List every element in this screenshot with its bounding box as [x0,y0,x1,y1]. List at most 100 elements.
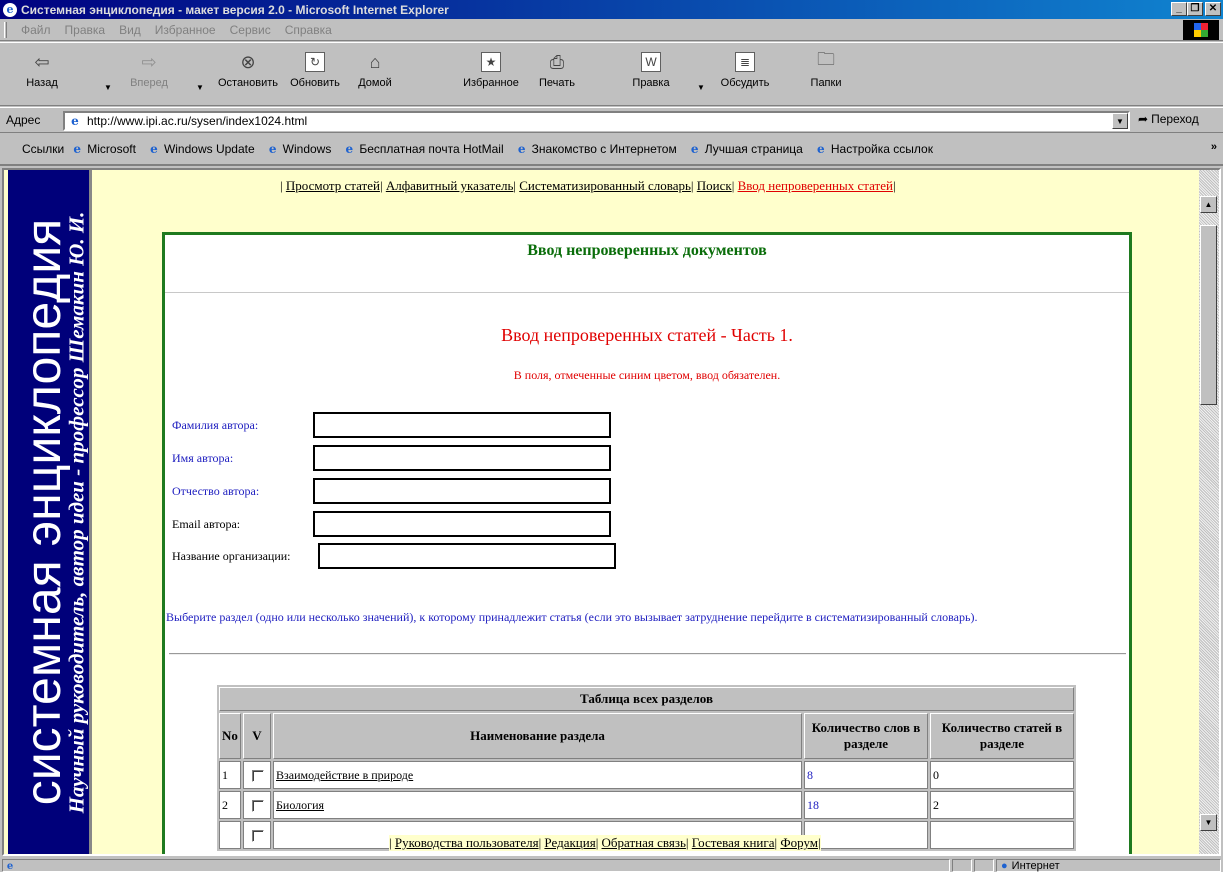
link-hotmail[interactable]: e Бесплатная почта HotMail [342,142,504,156]
discuss-button[interactable]: ≣ Обсудить [712,47,778,103]
print-button[interactable]: ⎙ Печать [532,47,582,103]
go-button[interactable]: ➦ Переход [1138,112,1199,126]
org-field[interactable] [318,543,616,569]
menu-help[interactable]: Справка [278,23,339,37]
go-arrow-icon: ➦ [1138,112,1149,126]
home-icon: ⌂ [369,51,381,72]
nav-forum[interactable]: Форум [780,835,818,850]
home-button[interactable]: ⌂ Домой [352,47,398,103]
address-input[interactable]: e http://www.ipi.ac.ru/sysen/index1024.h… [63,111,1130,131]
discuss-label: Обсудить [720,77,770,89]
section-link[interactable]: Взаимодействие в природе [276,768,413,782]
favorites-icon: ★ [481,47,501,77]
printer-icon: ⎙ [549,51,565,72]
discuss-icon: ≣ [735,47,755,77]
link-windows[interactable]: e Windows [266,142,332,156]
row-checkbox[interactable] [252,769,264,782]
link-icon: e [268,142,277,156]
col-name: Наименование раздела [273,713,802,759]
sidebar-subtitle: Научный руководитель, автор идеи - профе… [64,211,89,813]
edit-dropdown-icon[interactable]: ▼ [697,83,705,92]
panel-title: Ввод непроверенных документов [527,242,767,259]
entry-panel: Ввод непроверенных документов Ввод непро… [162,232,1132,854]
table-row: 2 Биология 18 2 [219,791,1074,819]
org-label: Название организации: [172,548,291,563]
row-checkbox-cell [243,821,271,849]
link-windows-update[interactable]: e Windows Update [147,142,255,156]
table-caption: Таблица всех разделов [219,687,1074,711]
firstname-field[interactable] [313,445,611,471]
nav-editorial[interactable]: Редакция [544,835,595,850]
maximize-button[interactable]: ❐ [1187,2,1203,16]
back-arrow-icon: ⇦ [34,51,50,72]
menu-edit[interactable]: Правка [58,23,113,37]
link-icon: e [345,142,354,156]
ie-logo-icon: e [3,2,17,17]
nav-systematic-dictionary[interactable]: Систематизированный словарь [519,178,691,193]
minimize-button[interactable]: _ [1171,2,1187,16]
link-microsoft[interactable]: e Microsoft [70,142,136,156]
scroll-thumb[interactable] [1200,225,1217,405]
row-checkbox-cell [243,791,271,819]
links-label: Ссылки [22,142,65,156]
nav-enter-unverified[interactable]: Ввод непроверенных статей [738,178,893,193]
stop-label: Остановить [217,77,279,89]
stop-button[interactable]: ⊗ Остановить [210,47,286,103]
edit-button[interactable]: W Правка [626,47,676,103]
page-viewport: системная энциклопедия Научный руководит… [2,168,1221,856]
vertical-scrollbar[interactable]: ▲ ▼ [1199,170,1219,854]
scroll-down-icon[interactable]: ▼ [1200,814,1217,831]
menu-tools[interactable]: Сервис [223,23,278,37]
toolbar: ⇦ Назад ▼ ⇨ Вперед ▼ ⊗ Остановить ↻ Обно… [0,42,1223,106]
link-text: Бесплатная почта HotMail [359,142,504,156]
link-customize-links[interactable]: e Настройка ссылок [814,142,933,156]
nav-feedback[interactable]: Обратная связь [602,835,686,850]
row-checkbox[interactable] [252,799,264,812]
link-intro-internet[interactable]: e Знакомство с Интернетом [515,142,677,156]
row-checkbox[interactable] [252,829,264,842]
top-navigation: | Просмотр статей| Алфавитный указатель|… [280,178,896,193]
status-message-cell: e [2,859,950,872]
refresh-icon: ↻ [305,47,325,77]
row-words[interactable]: 8 [804,761,928,789]
page-status-icon: e [6,861,14,872]
row-words[interactable]: 18 [804,791,928,819]
status-cell [974,859,994,872]
links-more-chevron-icon[interactable]: » [1211,141,1217,153]
nav-alphabetical-index[interactable]: Алфавитный указатель [386,178,514,193]
lastname-field[interactable] [313,412,611,438]
col-articles: Количество статей в разделе [930,713,1074,759]
nav-search[interactable]: Поиск [697,178,732,193]
link-icon: e [73,142,82,156]
back-button[interactable]: ⇦ Назад [22,47,62,103]
menu-view[interactable]: Вид [112,23,148,37]
back-label: Назад [26,77,58,89]
patronymic-field[interactable] [313,478,611,504]
email-field[interactable] [313,511,611,537]
favorites-label: Избранное [463,77,519,89]
menu-file[interactable]: Файл [14,23,58,37]
folders-button[interactable]: 🗀 Папки [803,47,849,103]
row-name-cell: Биология [273,791,802,819]
go-label: Переход [1151,112,1199,126]
forward-button[interactable]: ⇨ Вперед [126,47,172,103]
favorites-button[interactable]: ★ Избранное [458,47,524,103]
nav-guestbook[interactable]: Гостевая книга [692,835,775,850]
nav-view-articles[interactable]: Просмотр статей [286,178,380,193]
link-text: Microsoft [87,142,136,156]
table-row: 1 Взаимодействие в природе 8 0 [219,761,1074,789]
section-link[interactable]: Биология [276,798,324,812]
scroll-up-icon[interactable]: ▲ [1200,196,1217,213]
address-url: http://www.ipi.ac.ru/sysen/index1024.htm… [87,114,308,128]
nav-user-guides[interactable]: Руководства пользователя [395,835,539,850]
forward-dropdown-icon[interactable]: ▼ [196,83,204,92]
encyclopedia-sidebar: системная энциклопедия Научный руководит… [8,170,92,854]
link-best-page[interactable]: e Лучшая страница [688,142,803,156]
refresh-button[interactable]: ↻ Обновить [286,47,344,103]
back-dropdown-icon[interactable]: ▼ [104,83,112,92]
zone-label: Интернет [1011,859,1060,872]
address-dropdown-icon[interactable]: ▼ [1112,113,1128,129]
close-button[interactable]: ✕ [1205,2,1221,16]
menu-favorites[interactable]: Избранное [148,23,223,37]
link-text: Windows [282,142,332,156]
